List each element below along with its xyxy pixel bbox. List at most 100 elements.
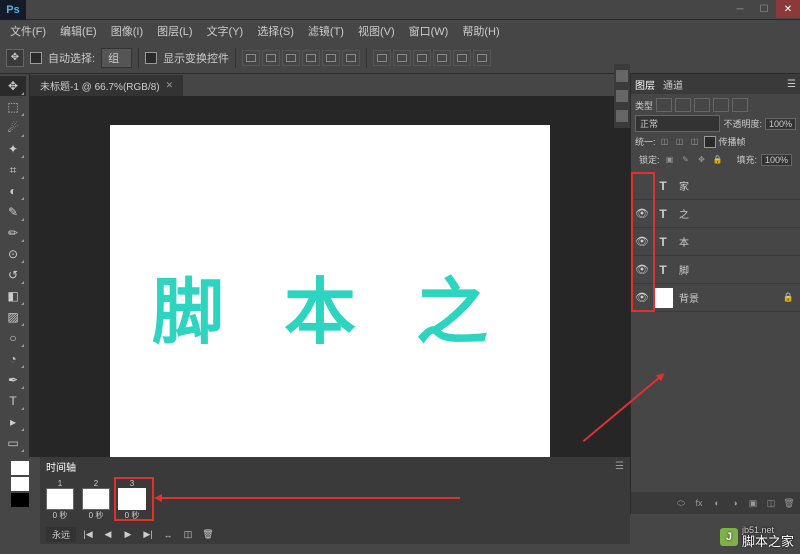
filter-adjust-icon[interactable] [675,98,691,112]
collapsed-panel-icon[interactable] [616,110,628,122]
crop-tool[interactable]: ⌗ [0,160,26,180]
window-controls: ─ ☐ ✕ [728,0,800,19]
next-frame-button[interactable]: ▶| [140,528,156,542]
clone-stamp-tool[interactable]: ⊙ [0,244,26,264]
brush-tool[interactable]: ✏ [0,223,26,243]
dodge-tool[interactable]: ◔ [0,349,26,369]
eraser-tool[interactable]: ◧ [0,286,26,306]
propagate-checkbox[interactable] [704,136,716,148]
canvas[interactable]: 脚 本 之 [110,125,550,485]
unify-pos-icon[interactable]: ◫ [659,136,671,148]
path-select-tool[interactable]: ▸ [0,412,26,432]
gradient-tool[interactable]: ▨ [0,307,26,327]
swatch[interactable] [11,493,29,507]
maximize-button[interactable]: ☐ [752,0,776,18]
auto-select-type-dropdown[interactable]: 组 [101,48,132,68]
blur-tool[interactable]: ○ [0,328,26,348]
align-top-icon[interactable] [242,50,260,66]
menu-filter[interactable]: 滤镜(T) [302,21,350,41]
panel-menu-icon[interactable]: ☰ [615,461,624,472]
align-hcenter-icon[interactable] [322,50,340,66]
timeline-frame[interactable]: 2 0 秒 [80,479,112,521]
tab-close-icon[interactable]: ✕ [166,80,174,91]
delete-frame-button[interactable]: 🗑 [200,528,216,542]
layer-item[interactable]: 👁 T 之 [631,200,800,228]
filter-smart-icon[interactable] [732,98,748,112]
fill-value[interactable]: 100% [761,154,792,166]
align-bottom-icon[interactable] [282,50,300,66]
menu-help[interactable]: 帮助(H) [456,21,505,41]
layer-item[interactable]: 👁 T 脚 [631,256,800,284]
collapsed-panel-icon[interactable] [616,90,628,102]
filter-shape-icon[interactable] [713,98,729,112]
layer-item[interactable]: 👁 背景 🔒 [631,284,800,312]
lock-pixels-icon[interactable]: ✎ [680,154,692,166]
frame-delay[interactable]: 0 秒 [53,510,68,521]
healing-brush-tool[interactable]: ✎ [0,202,26,222]
filter-pixel-icon[interactable] [656,98,672,112]
swatch[interactable] [11,461,29,475]
move-tool[interactable]: ✥ [0,76,26,96]
filter-type-icon[interactable] [694,98,710,112]
menu-select[interactable]: 选择(S) [251,21,300,41]
menu-edit[interactable]: 编辑(E) [54,21,103,41]
visibility-toggle[interactable]: 👁 [631,200,653,228]
auto-select-checkbox[interactable] [30,52,42,64]
minimize-button[interactable]: ─ [728,0,752,18]
collapsed-panel-icon[interactable] [616,70,628,82]
swatch[interactable] [11,477,29,491]
pen-tool[interactable]: ✒ [0,370,26,390]
align-right-icon[interactable] [342,50,360,66]
first-frame-button[interactable]: |◀ [80,528,96,542]
eyedropper-tool[interactable]: ◐ [0,181,26,201]
dist-top-icon[interactable] [373,50,391,66]
history-brush-tool[interactable]: ↺ [0,265,26,285]
layer-item[interactable]: T 家 [631,172,800,200]
dist-left-icon[interactable] [433,50,451,66]
unify-vis-icon[interactable]: ◫ [674,136,686,148]
timeline-frame[interactable]: 3 0 秒 [116,479,148,521]
blend-mode-dropdown[interactable]: 正常 [635,115,720,132]
layer-item[interactable]: 👁 T 本 [631,228,800,256]
lock-position-icon[interactable]: ✥ [696,154,708,166]
menu-window[interactable]: 窗口(W) [403,21,455,41]
frame-delay[interactable]: 0 秒 [89,510,104,521]
lasso-tool[interactable]: ☄ [0,118,26,138]
magic-wand-tool[interactable]: ✦ [0,139,26,159]
tab-layers[interactable]: 图层 [635,77,655,92]
show-transform-checkbox[interactable] [145,52,157,64]
play-button[interactable]: ▶ [120,528,136,542]
document-tab[interactable]: 未标题-1 @ 66.7%(RGB/8) ✕ [30,75,183,96]
unify-style-icon[interactable]: ◫ [689,136,701,148]
panel-menu-icon[interactable]: ☰ [787,79,796,90]
tab-channels[interactable]: 通道 [663,77,683,92]
lock-all-icon[interactable]: 🔒 [712,154,724,166]
timeline-frame[interactable]: 1 0 秒 [44,479,76,521]
visibility-toggle[interactable]: 👁 [631,228,653,256]
menu-file[interactable]: 文件(F) [4,21,52,41]
visibility-toggle[interactable]: 👁 [631,284,653,312]
dist-hcenter-icon[interactable] [453,50,471,66]
lock-transparency-icon[interactable]: ▣ [664,154,676,166]
type-tool[interactable]: T [0,391,26,411]
close-button[interactable]: ✕ [776,0,800,18]
menu-layer[interactable]: 图层(L) [151,21,198,41]
frame-delay[interactable]: 0 秒 [125,510,140,521]
opacity-value[interactable]: 100% [765,118,796,130]
menu-view[interactable]: 视图(V) [352,21,401,41]
menu-image[interactable]: 图像(I) [105,21,149,41]
dist-right-icon[interactable] [473,50,491,66]
new-frame-button[interactable]: ◫ [180,528,196,542]
dist-vcenter-icon[interactable] [393,50,411,66]
loop-dropdown[interactable]: 永远 [46,527,76,542]
shape-tool[interactable]: ▭ [0,433,26,453]
align-left-icon[interactable] [302,50,320,66]
visibility-toggle[interactable] [631,172,653,200]
align-vcenter-icon[interactable] [262,50,280,66]
visibility-toggle[interactable]: 👁 [631,256,653,284]
prev-frame-button[interactable]: ◀ [100,528,116,542]
marquee-tool[interactable]: ⬚ [0,97,26,117]
dist-bottom-icon[interactable] [413,50,431,66]
menu-type[interactable]: 文字(Y) [201,21,250,41]
tween-button[interactable]: ↔ [160,528,176,542]
